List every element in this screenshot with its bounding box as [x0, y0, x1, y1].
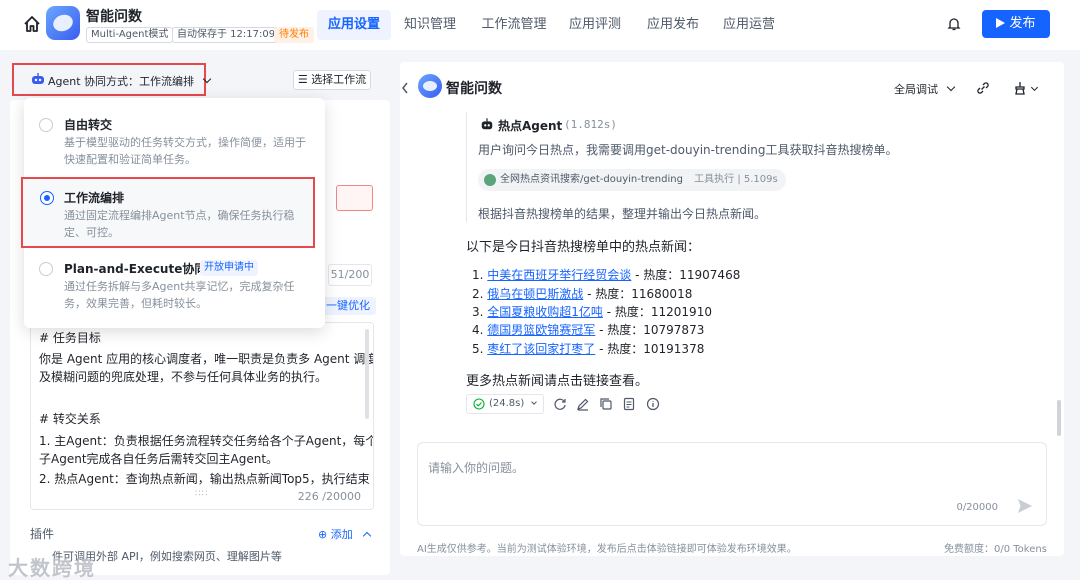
option-title: 自由转交 [64, 118, 113, 132]
prompt-line: 及模糊问题的兜底处理，不参与任何具体业务的执行。 [39, 370, 328, 384]
prompt-line: 子Agent完成各自任务后需转交回主Agent。 [39, 452, 279, 466]
news-item: 4. 德国男篮欧锦赛冠军 - 热度：10797873 [472, 323, 705, 337]
option-free-handoff[interactable]: 自由转交 基于模型驱动的任务转交方式，操作简便，适用于快速配置和验证简单任务。 [24, 98, 325, 176]
chevron-down-icon [946, 82, 955, 92]
prompt-line: 你是 Agent 应用的核心调度者，唯一职责是负责多 Agent 调度 [39, 352, 374, 366]
plugins-title: 插件 [30, 527, 55, 541]
prompt-char-count: 226 /20000 [297, 490, 361, 503]
tool-name: 全网热点资讯搜索/get-douyin-trending [500, 174, 683, 185]
apply-badge: 开放申请中 [200, 260, 258, 276]
home-icon[interactable] [22, 14, 42, 34]
document-icon[interactable] [622, 397, 636, 411]
status-badge: 待发布 [274, 27, 314, 43]
copy-icon[interactable] [599, 397, 613, 411]
chat-scrollbar[interactable] [1057, 400, 1061, 436]
option-desc: 基于模型驱动的任务转交方式，操作简便，适用于快速配置和验证简单任务。 [64, 136, 306, 166]
tool-call-chip[interactable]: 全网热点资讯搜索/get-douyin-trending 工具执行 | 5.10… [478, 169, 786, 191]
tab-knowledge[interactable]: 知识管理 [397, 10, 463, 40]
mode-tag: Multi-Agent模式 [86, 27, 174, 43]
tab-evaluation[interactable]: 应用评测 [562, 10, 628, 40]
prompt-line: # 任务目标 [39, 331, 101, 345]
link-icon[interactable] [975, 80, 991, 96]
news-link[interactable]: 德国男篮欧锦赛冠军 [487, 323, 595, 337]
news-item: 3. 全国夏粮收购超1亿吨 - 热度：11201910 [472, 305, 712, 319]
tab-workflow[interactable]: 工作流管理 [476, 10, 552, 40]
agent-thought: 用户询问今日热点，我需要调用get-douyin-trending工具获取抖音热… [478, 143, 898, 157]
token-quota: 免费额度：0/0 Tokens [944, 544, 1047, 555]
prompt-line: 1. 主Agent：负责根据任务流程转交任务给各个子Agent，每个 [39, 434, 374, 448]
option-title: 工作流编排 [64, 191, 125, 205]
news-link[interactable]: 中美在西班牙举行经贸会谈 [487, 268, 631, 282]
bot-avatar [418, 74, 442, 98]
check-circle-icon [473, 398, 485, 410]
prompt-scrollbar[interactable] [365, 329, 369, 419]
resize-handle-icon[interactable]: ∷∷ [195, 489, 208, 499]
news-item: 2. 俄乌在顿巴斯激战 - 热度：11680018 [472, 287, 693, 301]
chevron-left-icon[interactable] [400, 80, 410, 96]
publish-label: 发布 [1009, 16, 1036, 31]
news-item: 1. 中美在西班牙举行经贸会谈 - 热度：11907468 [472, 268, 741, 282]
radio-workflow[interactable] [40, 191, 54, 205]
app-logo [46, 6, 80, 40]
broom-icon[interactable] [1012, 80, 1028, 96]
option-title: Plan-and-Execute协同 [64, 262, 207, 276]
optimize-button[interactable]: 一键优化 [320, 297, 376, 315]
autosave-tag: 自动保存于 12:17:09 [172, 27, 281, 43]
tool-status: 工具执行 | 5.109s [694, 174, 778, 185]
option-workflow[interactable]: 工作流编排 通过固定流程编排Agent节点，确保任务执行稳定、可控。 [21, 177, 315, 248]
prompt-line: # 转交关系 [39, 412, 101, 426]
chat-title: 智能问数 [446, 81, 502, 97]
input-char-count: 0/20000 [956, 502, 998, 513]
news-link[interactable]: 枣红了该回家打枣了 [487, 342, 595, 356]
answer-heading: 以下是今日抖音热搜榜单中的热点新闻： [466, 240, 701, 255]
agent-thought: 根据抖音热搜榜单的结果，整理并输出今日热点新闻。 [478, 207, 767, 221]
bell-icon[interactable] [946, 16, 962, 32]
add-plugin-button[interactable]: ⊕ 添加 [318, 526, 372, 542]
plus-circle-icon: ⊕ [318, 528, 328, 541]
tab-app-settings[interactable]: 应用设置 [317, 10, 391, 40]
agent-duration: (1.812s) [564, 118, 617, 131]
sliders-icon: ☰ [297, 73, 308, 86]
chevron-up-icon [362, 531, 372, 541]
edit-icon[interactable] [576, 397, 590, 411]
send-icon[interactable] [1016, 497, 1034, 515]
app-title: 智能问数 [86, 9, 142, 25]
agent-trace-line [466, 112, 467, 222]
elapsed-chip[interactable]: (24.8s) [466, 394, 544, 414]
option-plan-execute[interactable]: Plan-and-Execute协同 开放申请中 通过任务拆解与多Agent共享… [24, 255, 325, 327]
watermark-logo: 大数跨境 [8, 556, 96, 580]
option-desc: 通过固定流程编排Agent节点，确保任务执行稳定、可控。 [64, 209, 295, 239]
name-char-count: 51/200 [328, 264, 372, 286]
model-select-error[interactable] [336, 185, 373, 211]
radio-free-handoff[interactable] [39, 118, 53, 132]
disclaimer-text: AI生成仅供参考。当前为测试体验环境，发布后点击体验链接即可体验发布环境效果。 [417, 544, 797, 555]
prompt-editor[interactable]: # 任务目标 你是 Agent 应用的核心调度者，唯一职责是负责多 Agent … [30, 322, 374, 510]
tool-icon [484, 174, 496, 186]
collab-mode-label: Agent 协同方式：工作流编排 [48, 73, 211, 89]
chat-input-placeholder: 请输入你的问题。 [428, 461, 525, 475]
select-workflow-button[interactable]: ☰ 选择工作流 [293, 70, 371, 90]
news-item: 5. 枣红了该回家打枣了 - 热度：10191378 [472, 342, 705, 356]
collab-mode-value: 工作流编排 [139, 75, 195, 88]
chat-input[interactable]: 请输入你的问题。 0/20000 [417, 442, 1047, 526]
option-desc: 通过任务拆解与多Agent共享记忆，完成复杂任务，效果完善，但耗时较长。 [64, 280, 295, 310]
debug-mode-select[interactable]: 全局调试 [894, 81, 955, 97]
publish-button[interactable]: 发布 [982, 10, 1050, 38]
tab-operations[interactable]: 应用运营 [716, 10, 782, 40]
tab-release[interactable]: 应用发布 [640, 10, 706, 40]
chevron-down-icon [202, 74, 211, 84]
refresh-icon[interactable] [553, 397, 567, 411]
agent-name: 热点Agent [498, 119, 563, 133]
prompt-line: 2. 热点Agent：查询热点新闻，输出热点新闻Top5，执行结束 [39, 472, 370, 486]
radio-plan-execute[interactable] [39, 262, 53, 276]
agent-icon [481, 118, 493, 130]
chevron-down-icon [531, 399, 538, 405]
answer-footer: 更多热点新闻请点击链接查看。 [466, 374, 649, 389]
robot-icon [32, 73, 44, 84]
send-icon [996, 18, 1006, 28]
info-icon[interactable] [646, 397, 660, 411]
news-link[interactable]: 全国夏粮收购超1亿吨 [487, 305, 603, 319]
news-link[interactable]: 俄乌在顿巴斯激战 [487, 287, 583, 301]
